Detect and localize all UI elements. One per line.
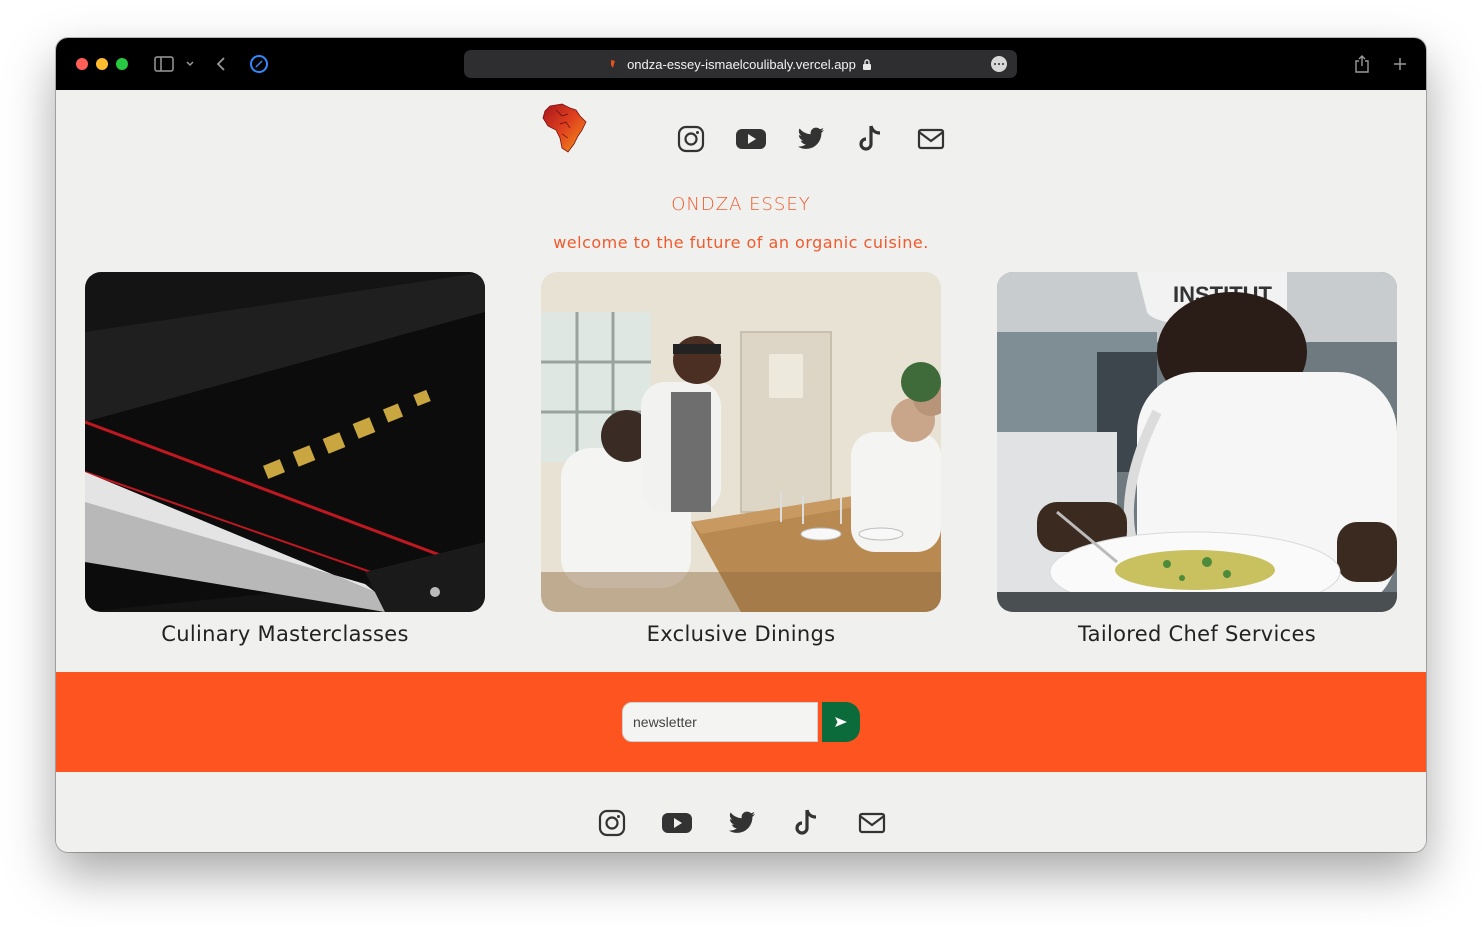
more-options-icon[interactable] xyxy=(991,56,1007,72)
minimize-window-button[interactable] xyxy=(96,58,108,70)
twitter-icon[interactable] xyxy=(796,124,826,154)
chef-knife-photo xyxy=(85,272,485,612)
twitter-icon[interactable] xyxy=(727,808,757,838)
close-window-button[interactable] xyxy=(76,58,88,70)
sidebar-toggle-icon[interactable] xyxy=(152,52,176,76)
footer-social-links xyxy=(597,808,887,838)
new-tab-icon[interactable] xyxy=(1390,52,1410,76)
service-caption: Culinary Masterclasses xyxy=(161,622,409,646)
address-bar[interactable]: ondza-essey-ismaelcoulibaly.vercel.app xyxy=(464,50,1017,78)
instagram-icon[interactable] xyxy=(676,124,706,154)
maximize-window-button[interactable] xyxy=(116,58,128,70)
newsletter-input[interactable] xyxy=(622,702,818,742)
service-caption: Tailored Chef Services xyxy=(1078,622,1316,646)
mail-icon[interactable] xyxy=(857,808,887,838)
youtube-icon[interactable] xyxy=(662,808,692,838)
compass-icon[interactable] xyxy=(248,52,270,76)
url-text: ondza-essey-ismaelcoulibaly.vercel.app xyxy=(627,56,856,72)
mail-icon[interactable] xyxy=(916,124,946,154)
chef-plating-photo: INSTITUT xyxy=(997,272,1397,612)
lock-icon xyxy=(862,58,871,70)
browser-window: ondza-essey-ismaelcoulibaly.vercel.app O… xyxy=(56,38,1426,852)
newsletter-bar xyxy=(56,672,1426,772)
youtube-icon[interactable] xyxy=(736,124,766,154)
header-social-links xyxy=(676,124,946,154)
chevron-down-icon[interactable] xyxy=(182,52,198,76)
service-card-dinings[interactable]: Exclusive Dinings xyxy=(541,272,941,646)
instagram-icon[interactable] xyxy=(597,808,627,838)
page-content: ONDZA ESSEY welcome to the future of an … xyxy=(56,90,1426,852)
brand-title: ONDZA ESSEY xyxy=(671,194,811,215)
back-arrow-icon[interactable] xyxy=(212,52,230,76)
share-icon[interactable] xyxy=(1352,52,1372,76)
tiktok-icon[interactable] xyxy=(792,808,822,838)
dining-table-photo xyxy=(541,272,941,612)
africa-map-logo[interactable] xyxy=(540,102,592,156)
service-card-masterclasses[interactable]: Culinary Masterclasses xyxy=(85,272,485,646)
service-card-chef-services[interactable]: INSTITUT Tailored Chef Services xyxy=(997,272,1397,646)
browser-toolbar: ondza-essey-ismaelcoulibaly.vercel.app xyxy=(56,38,1426,90)
tagline: welcome to the future of an organic cuis… xyxy=(553,233,929,252)
tiktok-icon[interactable] xyxy=(856,124,886,154)
send-arrow-icon xyxy=(835,717,847,727)
newsletter-submit-button[interactable] xyxy=(822,702,860,742)
site-favicon-icon xyxy=(611,60,616,68)
service-caption: Exclusive Dinings xyxy=(646,622,836,646)
